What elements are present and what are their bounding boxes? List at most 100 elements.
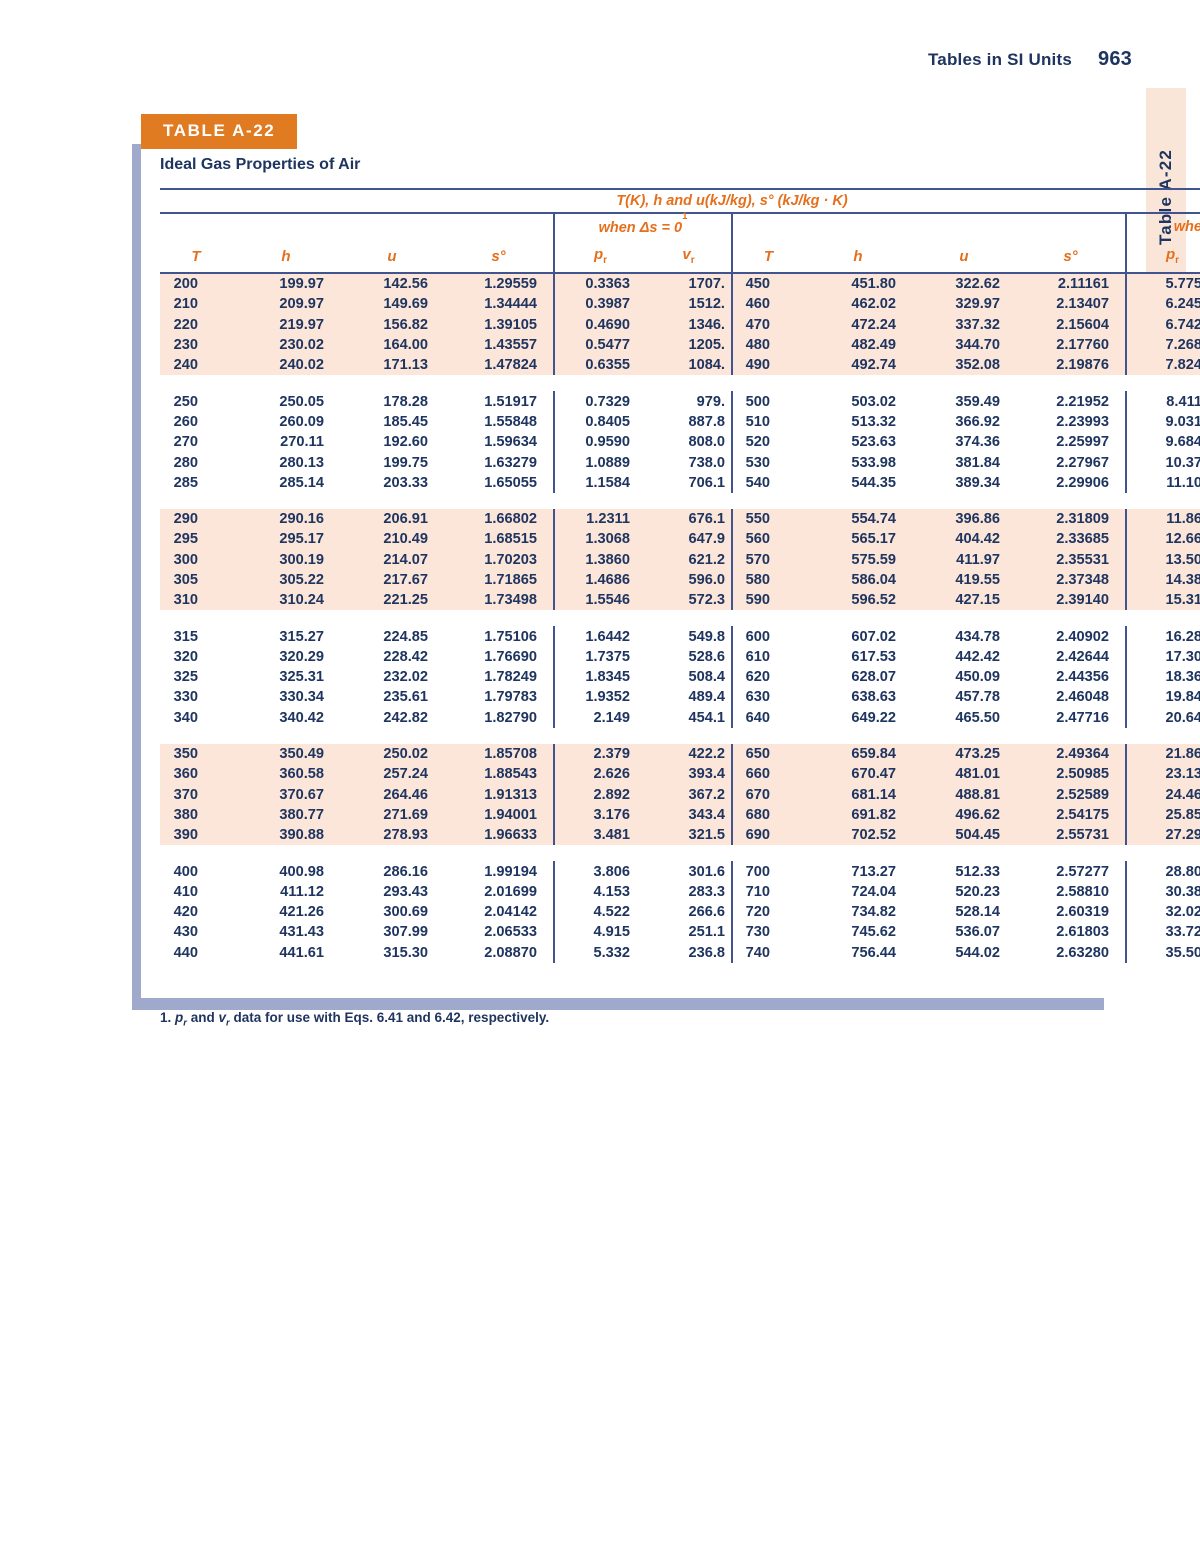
cell-right-p_r: 6.245 [1125,294,1200,315]
cell-right-u: 337.32 [912,314,1016,335]
cell-left-u: 232.02 [383,669,428,686]
cell-left-T: 360 [160,764,232,785]
cell-right-T: 730 [731,922,804,943]
cell-left-h: 240.02 [232,355,340,376]
cell-right-sdeg: 2.60319 [1056,904,1109,921]
cell-left-v_r: 301.6 [688,863,725,880]
cell-left-u: 293.43 [383,883,428,900]
cell-left-p_r: 4.522 [553,902,646,923]
cell-left-sdeg: 1.70203 [444,549,554,570]
cell-left-u: 206.91 [340,508,444,530]
cell-left-v_r: 528.6 [688,648,725,665]
footnote-marker: 1 [682,211,688,223]
cell-left-sdeg: 1.59634 [484,434,537,451]
cell-left-sdeg: 1.71865 [444,569,554,591]
left-accent-bar [132,144,141,1010]
cell-right-h: 713.27 [851,863,896,880]
cell-left-sdeg: 2.04142 [484,904,537,921]
cell-right-p_r: 11.86 [1125,508,1200,530]
cell-left-sdeg: 1.47824 [444,355,554,376]
table-row: 295 295.17 210.49 1.68515 1.3068 647.9 560 565.… [160,529,1200,550]
cell-left-v_r: 738.0 [688,454,725,471]
cell-left-h: 295.17 [232,529,340,550]
cell-left-u: 185.45 [383,413,428,430]
table-row: 200 199.97 142.56 1.29559 0.3363 1707. 450 451.… [160,273,1200,295]
cell-left-sdeg: 2.08870 [484,944,537,961]
cell-left-u: 192.60 [383,434,428,451]
cell-right-p_r: 9.684 [1125,432,1200,453]
cell-left-T: 280 [173,454,198,471]
cell-right-p_r: 9.031 [1125,411,1200,433]
cell-left-p_r: 0.8405 [553,411,646,433]
cell-left-sdeg: 1.65055 [484,474,537,491]
cell-left-T: 315 [173,628,198,645]
cell-right-T: 490 [731,355,804,376]
table-row: 315 315.27 224.85 1.75106 1.6442 549.8 600 607.… [160,626,1200,647]
cell-left-u: 203.33 [383,474,428,491]
cell-left-p_r: 1.0889 [553,452,646,473]
cell-left-v_r: 676.1 [646,508,732,530]
cell-right-h: 575.59 [804,549,912,570]
cell-left-T: 305 [160,569,232,591]
cell-left-u: 250.02 [340,743,444,765]
table-row: 300 300.19 214.07 1.70203 1.3860 621.2 570 575.… [160,549,1200,570]
cell-right-p_r: 27.29 [1125,825,1200,846]
cell-left-h: 320.29 [279,648,324,665]
cell-right-T: 580 [731,569,804,591]
cell-right-h: 756.44 [851,944,896,961]
cell-right-h: 523.63 [851,434,896,451]
cell-right-h: 482.49 [804,334,912,356]
cell-right-sdeg: 2.61803 [1056,924,1109,941]
cell-left-T: 310 [160,590,232,611]
cell-right-T: 600 [731,626,804,647]
cell-left-T: 320 [173,648,198,665]
cell-left-u: 257.24 [340,764,444,785]
cell-right-h: 513.32 [851,413,896,430]
cell-left-v_r: 367.2 [646,784,732,805]
cell-right-T: 550 [731,508,804,530]
cell-right-h: 596.52 [804,590,912,611]
col-header-pr-left: pr [553,240,646,273]
cell-right-u: 374.36 [955,434,1000,451]
cell-right-p_r: 7.824 [1125,355,1200,376]
cell-left-T: 380 [160,804,232,826]
cell-left-sdeg: 1.76690 [484,648,537,665]
cell-left-h: 340.42 [279,709,324,726]
cell-left-v_r: 1707. [646,273,732,295]
cell-right-p_r: 32.02 [1125,902,1200,923]
cell-left-h: 360.58 [232,764,340,785]
cell-right-p_r: 25.85 [1125,804,1200,826]
cell-right-sdeg: 2.47716 [1056,709,1109,726]
cell-left-h: 250.05 [279,393,324,410]
cell-left-h: 380.77 [232,804,340,826]
cell-right-u: 404.42 [912,529,1016,550]
cell-left-v_r: 621.2 [646,549,732,570]
cell-right-sdeg: 2.42644 [1056,648,1109,665]
cell-left-p_r: 0.7329 [553,391,646,412]
cell-left-u: 164.00 [340,334,444,356]
table-row: 420 421.26 300.69 2.04142 4.522 266.6 720 734.8… [160,902,1200,923]
cell-right-u: 396.86 [912,508,1016,530]
cell-left-p_r: 2.626 [553,764,646,785]
cell-left-sdeg: 1.63279 [484,454,537,471]
cell-left-h: 330.34 [279,689,324,706]
cell-right-T: 510 [731,411,804,433]
cell-left-v_r: 321.5 [646,825,732,846]
cell-left-p_r: 1.8345 [553,667,646,688]
cell-right-p_r: 12.66 [1125,529,1200,550]
cell-left-u: 149.69 [340,294,444,315]
table-banner: TABLE A-22 [141,114,298,149]
cell-left-sdeg: 1.82790 [484,709,537,726]
cell-left-u: 315.30 [383,944,428,961]
col-header-u-right: u [959,247,969,265]
cell-left-p_r: 4.153 [553,881,646,903]
cell-left-h: 290.16 [232,508,340,530]
cell-left-p_r: 3.806 [553,861,646,882]
cell-left-h: 315.27 [279,628,324,645]
cell-right-T: 660 [731,764,804,785]
cell-left-u: 142.56 [340,273,444,295]
table-row: 380 380.77 271.69 1.94001 3.176 343.4 680 691.8… [160,804,1200,826]
cell-right-u: 473.25 [912,743,1016,765]
cell-left-p_r: 1.2311 [553,508,646,530]
cell-left-T: 230 [160,334,232,356]
